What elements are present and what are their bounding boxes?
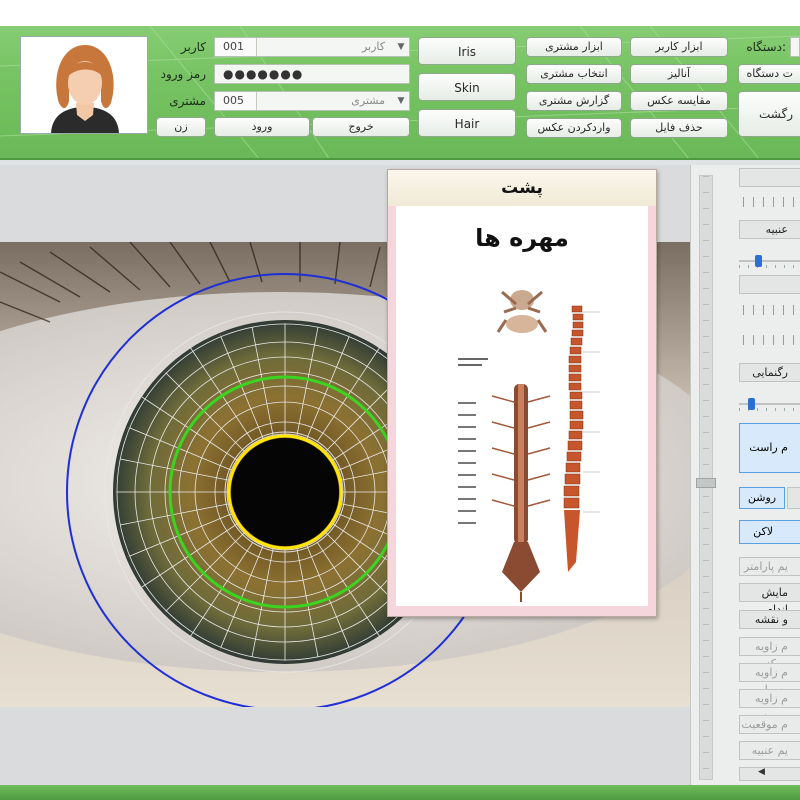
iris-toggle-button[interactable]: عنبیه	[739, 220, 800, 239]
iris-setting-button[interactable]: یم عنبیه	[739, 741, 800, 760]
light-button[interactable]: روشن	[739, 487, 785, 509]
slider-thumb[interactable]	[748, 398, 755, 410]
password-label: رمز ورود	[160, 67, 206, 81]
customer-report-button[interactable]: گزارش مشتری	[526, 91, 622, 111]
spine-illustration	[458, 290, 600, 602]
horizontal-scrollbar[interactable]: ◀	[739, 767, 800, 781]
exit-button[interactable]: خروج	[312, 117, 410, 137]
hair-button[interactable]: Hair	[418, 109, 516, 137]
user-tools-button[interactable]: ابزار کاربر	[630, 37, 728, 57]
customer-code: 005	[215, 92, 257, 110]
chevron-down-icon: ▼	[397, 42, 405, 52]
scrollbar-thumb[interactable]	[696, 478, 716, 488]
device-label: دستگاه:	[746, 40, 786, 54]
customer-label: مشتری	[169, 94, 206, 108]
back-button[interactable]: رگشت	[738, 91, 800, 137]
tick-row	[743, 305, 800, 315]
outer-angle-button[interactable]: م زاویه بیرون	[739, 689, 800, 722]
tick-row	[743, 335, 800, 345]
chevron-left-icon[interactable]: ◀	[758, 767, 765, 777]
position-button[interactable]: م موقعیت	[739, 715, 800, 734]
gender-button[interactable]: زن	[156, 117, 206, 137]
analysis-button[interactable]: آنالیز	[630, 64, 728, 84]
organ-info-popup[interactable]: پشت مهره ها	[387, 169, 657, 617]
panel-button-1[interactable]	[739, 168, 800, 187]
vertical-scrollbar[interactable]	[696, 175, 716, 780]
popup-title: پشت	[388, 170, 656, 206]
slider-thumb[interactable]	[755, 255, 762, 267]
customer-name: مشتری	[351, 94, 385, 107]
select-customer-button[interactable]: انتخاب مشتری	[526, 64, 622, 84]
device-settings-button[interactable]: ت دستگاه	[738, 64, 800, 84]
user-code: 001	[215, 38, 257, 56]
light-option-button[interactable]: ی	[787, 487, 800, 509]
delete-file-button[interactable]: حذف فایل	[630, 118, 728, 138]
import-photo-button[interactable]: واردکردن عکس	[526, 118, 622, 138]
iridology-app-window: کاربر رمز ورود مشتری 001 کاربر ▼ ●●●●●●●…	[0, 0, 800, 800]
customer-tools-button[interactable]: ابزار مشتری	[526, 37, 622, 57]
user-label: کاربر	[180, 40, 206, 54]
compare-photo-button[interactable]: مقایسه عکس	[630, 91, 728, 111]
zoom-slider[interactable]	[739, 253, 800, 269]
top-toolbar: کاربر رمز ورود مشتری 001 کاربر ▼ ●●●●●●●…	[0, 0, 800, 160]
map-button[interactable]: و نقشه	[739, 610, 800, 629]
user-name: کاربر	[361, 40, 385, 53]
right-control-panel: عنبیه رگنمایی م راست روشن ی لاکن یم پارا…	[690, 165, 800, 785]
panel-button-3[interactable]	[739, 275, 800, 294]
status-bar	[0, 785, 800, 800]
param-settings-button[interactable]: یم پارامتر	[739, 557, 800, 576]
popup-subtitle: مهره ها	[475, 224, 569, 252]
title-strip	[0, 0, 800, 26]
user-select[interactable]: 001 کاربر ▼	[214, 37, 410, 57]
tick-row	[743, 197, 800, 207]
stain-button[interactable]: لاکن	[739, 520, 800, 544]
customer-select[interactable]: 005 مشتری ▼	[214, 91, 410, 111]
magnify-slider[interactable]	[739, 396, 800, 412]
chevron-down-icon: ▼	[397, 96, 405, 106]
popup-body: مهره ها	[388, 206, 656, 616]
device-select[interactable]	[790, 37, 800, 57]
iris-button[interactable]: Iris	[418, 37, 516, 65]
magnify-button[interactable]: رگنمایی	[739, 363, 800, 382]
center-angle-button[interactable]: م زاویه مرکز	[739, 637, 800, 670]
login-button[interactable]: ورود	[214, 117, 310, 137]
mid-angle-button[interactable]: م زاویه وسط	[739, 663, 800, 696]
skin-button[interactable]: Skin	[418, 73, 516, 101]
password-field[interactable]: ●●●●●●●	[214, 64, 410, 84]
right-eye-button[interactable]: م راست	[739, 423, 800, 473]
user-avatar	[20, 36, 148, 134]
popup-content: مهره ها	[396, 206, 648, 606]
show-organ-button[interactable]: مایش اندام	[739, 583, 800, 616]
